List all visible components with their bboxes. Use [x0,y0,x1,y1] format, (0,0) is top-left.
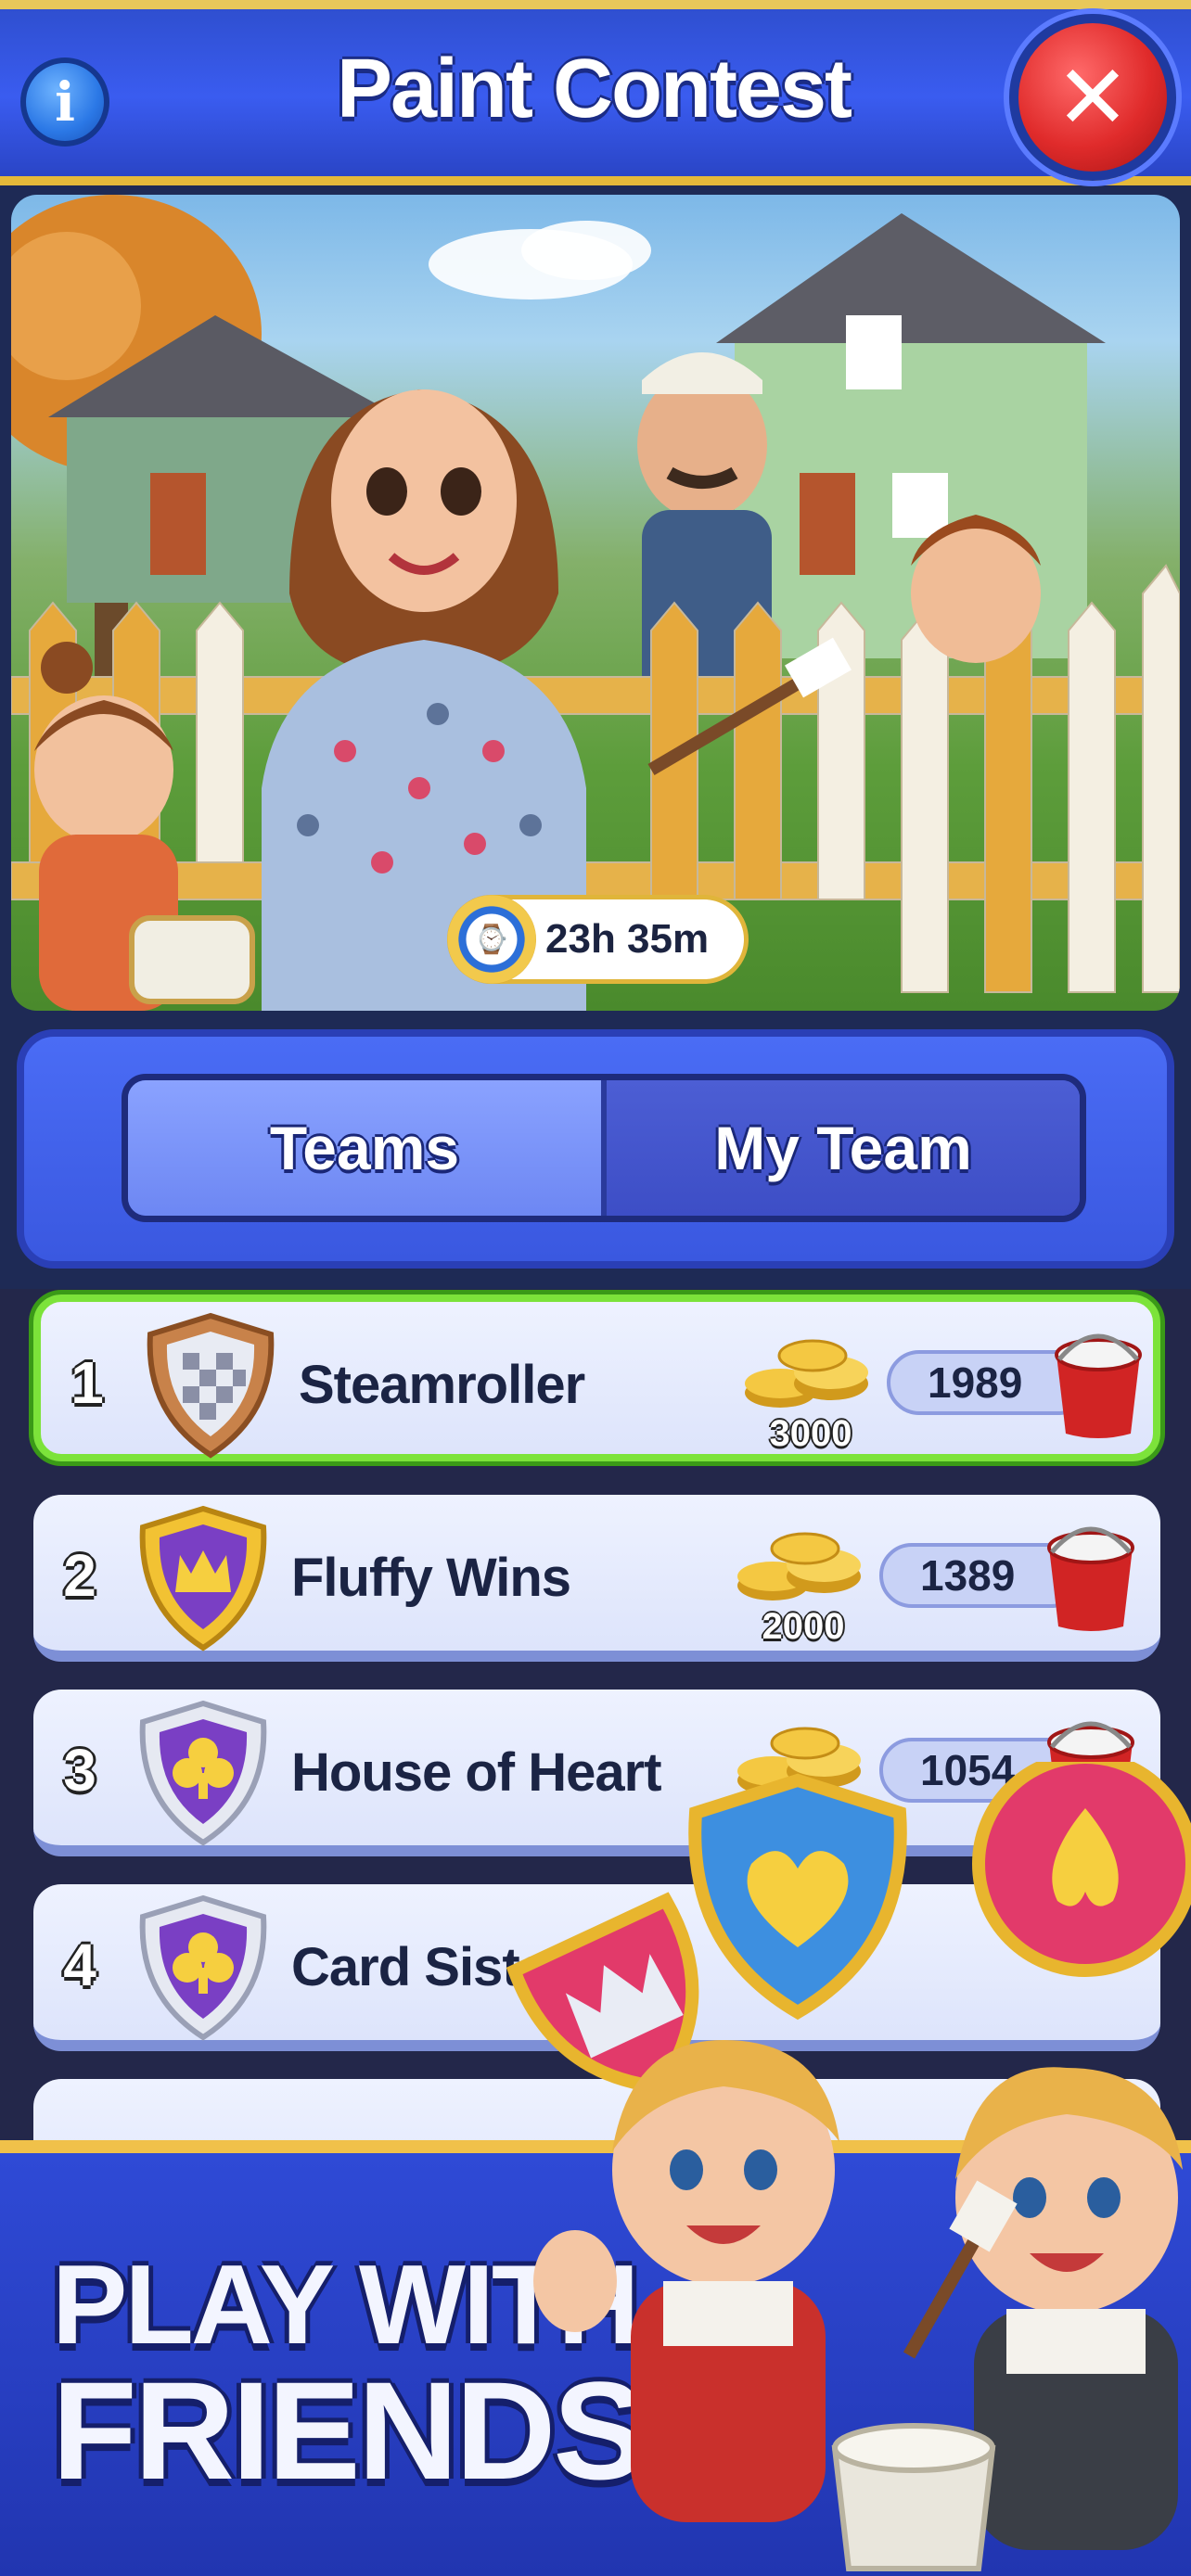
checker-shield-icon [147,1312,275,1459]
team-name: Steamroller [299,1355,585,1415]
paint-bucket-icon [1047,1526,1134,1631]
rank-number: 3 [63,1737,96,1804]
close-icon: ✕ [1055,45,1131,149]
rank-number: 1 [70,1349,104,1416]
timer-text: 23h 35m [545,916,710,962]
family-painting-fence-illustration [11,195,1180,1011]
coin-reward: 3000 [769,1413,852,1454]
tab-teams[interactable]: Teams [128,1080,607,1216]
rank-number: 4 [63,1932,96,1998]
tab-my-team[interactable]: My Team [607,1080,1080,1216]
coin-reward: 2000 [762,1606,845,1647]
paint-bucket-icon [1055,1333,1142,1438]
rank-number: 2 [63,1542,96,1609]
clock-icon: ⌚ [447,895,536,984]
team-score: 1989 [928,1358,1023,1407]
crown-shield-icon [139,1505,267,1651]
toddlers-with-badges-illustration [506,1762,1191,2571]
team-name: Fluffy Wins [291,1548,571,1608]
team-score: 1389 [920,1551,1016,1600]
tab-group: Teams My Team [122,1074,1086,1222]
coin-stack-icon [737,1532,861,1600]
club-shield-icon [139,1894,267,2041]
leaderboard-row[interactable]: 1 Steamroller 3000 1989 [33,1294,1160,1461]
tabs-panel: Teams My Team [17,1029,1174,1269]
page-title: Paint Contest [336,43,852,135]
info-icon: i [54,70,76,134]
close-button[interactable]: ✕ [1009,14,1176,181]
hero-illustration: ⌚ 23h 35m [11,195,1180,1011]
coin-stack-icon [745,1339,868,1408]
contest-timer: ⌚ 23h 35m [447,895,749,984]
info-button[interactable]: i [20,57,109,147]
club-shield-icon [139,1700,267,1846]
header-bar: i Paint Contest ✕ [0,0,1191,185]
leaderboard-row[interactable]: 2 Fluffy Wins 2000 1389 [33,1495,1160,1662]
